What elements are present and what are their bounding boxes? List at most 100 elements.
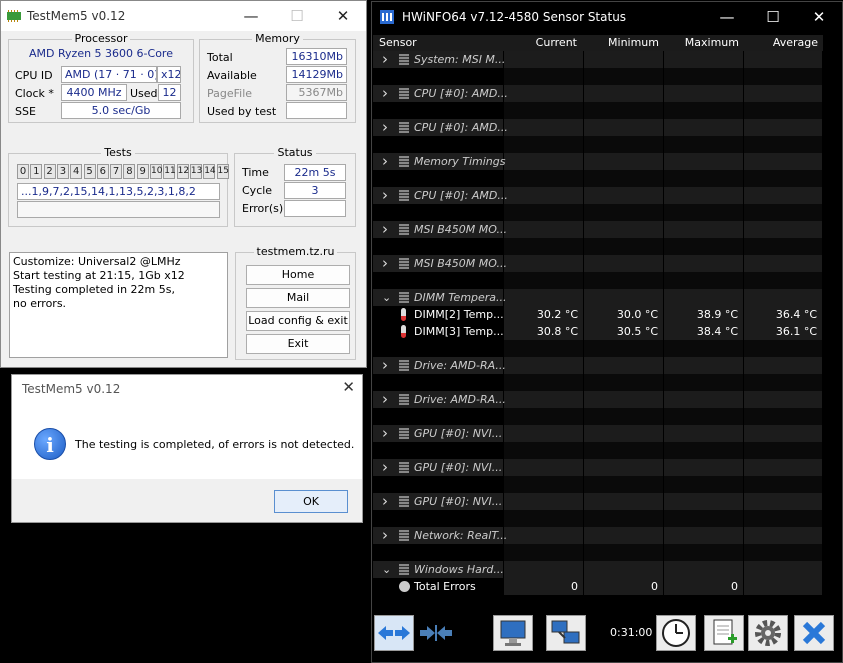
spacer-row — [373, 476, 823, 493]
minimum-cell — [584, 357, 663, 374]
cpu-threads: x12 — [157, 66, 181, 83]
average-cell — [744, 170, 822, 187]
errors-value — [284, 200, 346, 217]
column-header-sensor[interactable]: Sensor — [379, 35, 417, 51]
sensor-table[interactable]: › System: MSI M... › CPU [#0]: AMD... › CPU [… — [373, 51, 823, 605]
collapse-all-button[interactable] — [416, 615, 456, 651]
minimize-button[interactable]: — — [228, 1, 274, 31]
sensor-group-row[interactable]: › MSI B450M MO... — [373, 255, 823, 272]
reading-row[interactable]: 30.2 °C 30.0 °C 38.9 °C 36.4 °C DIMM[2] Temp… — [373, 306, 823, 323]
minimize-button[interactable]: — — [704, 2, 750, 32]
sensor-group-row[interactable]: › GPU [#0]: NVI... — [373, 425, 823, 442]
close-button[interactable]: ✕ — [320, 1, 366, 31]
close-button[interactable]: ✕ — [796, 2, 842, 32]
vertical-scrollbar[interactable] — [825, 51, 841, 605]
column-header-minimum[interactable]: Minimum — [584, 35, 664, 51]
reading-row[interactable]: 30.8 °C 30.5 °C 38.4 °C 36.1 °C DIMM[3] Temp… — [373, 323, 823, 340]
current-cell — [504, 272, 583, 289]
chevron-right-icon[interactable]: › — [382, 493, 388, 510]
tests-group: Tests 0 1 2 3 4 5 6 7 8 9 10 11 12 13 14 15 ...1,9,7,2,… — [8, 146, 229, 227]
sensor-group-row[interactable]: › CPU [#0]: AMD... — [373, 119, 823, 136]
network-button[interactable] — [546, 615, 586, 651]
chevron-right-icon[interactable]: › — [382, 255, 388, 272]
ok-button[interactable]: OK — [274, 490, 348, 513]
average-cell — [744, 119, 822, 136]
minimum-cell — [584, 561, 663, 578]
load-config-button[interactable]: Load config & exit — [246, 311, 350, 331]
minimum-cell — [584, 170, 663, 187]
sensor-group-row[interactable]: › Memory Timings — [373, 153, 823, 170]
sensor-group-row[interactable]: › CPU [#0]: AMD... — [373, 187, 823, 204]
sensor-group-row[interactable]: › MSI B450M MO... — [373, 221, 823, 238]
clock-button[interactable] — [656, 615, 696, 651]
chevron-right-icon[interactable]: › — [382, 425, 388, 442]
chevron-right-icon[interactable]: › — [382, 221, 388, 238]
current-cell — [504, 391, 583, 408]
processor-group: Processor AMD Ryzen 5 3600 6-Core CPU ID… — [8, 32, 194, 123]
sensor-group-row[interactable]: › GPU [#0]: NVI... — [373, 493, 823, 510]
chevron-down-icon[interactable]: ⌄ — [382, 561, 391, 578]
chevron-down-icon[interactable]: ⌄ — [382, 289, 391, 306]
sensor-chip-icon — [399, 428, 409, 439]
chevron-right-icon[interactable]: › — [382, 459, 388, 476]
spacer-row — [373, 442, 823, 459]
reading-row[interactable]: 0 0 0 Total Errors — [373, 578, 823, 595]
chevron-right-icon[interactable]: › — [382, 527, 388, 544]
chevron-right-icon[interactable]: › — [382, 187, 388, 204]
logging-button[interactable] — [704, 615, 744, 651]
column-header-average[interactable]: Average — [744, 35, 823, 51]
test-log[interactable]: Customize: Universal2 @LMHz Start testin… — [9, 252, 228, 358]
elapsed-time: 0:31:00 — [610, 626, 653, 639]
dialog-message: The testing is completed, of errors is n… — [75, 438, 355, 451]
spacer-row — [373, 68, 823, 85]
sensor-group-row[interactable]: ⌄ Windows Hard... — [373, 561, 823, 578]
monitor-button[interactable] — [493, 615, 533, 651]
settings-button[interactable] — [748, 615, 788, 651]
average-cell — [744, 255, 822, 272]
sensor-name: System: MSI M... — [414, 53, 506, 66]
sensor-name: CPU [#0]: AMD... — [414, 87, 508, 100]
mail-button[interactable]: Mail — [246, 288, 350, 308]
sensor-name: Drive: AMD-RA... — [414, 393, 506, 406]
chevron-right-icon[interactable]: › — [382, 51, 388, 68]
chevron-right-icon[interactable]: › — [382, 391, 388, 408]
sensor-group-row[interactable]: › Drive: AMD-RA... — [373, 391, 823, 408]
chevron-right-icon[interactable]: › — [382, 153, 388, 170]
exit-button[interactable]: Exit — [246, 334, 350, 354]
reading-name: DIMM[2] Temp... — [414, 308, 504, 321]
sensor-group-row[interactable]: › GPU [#0]: NVI... — [373, 459, 823, 476]
average-cell: 36.4 °C — [744, 306, 822, 323]
minimum-cell — [584, 391, 663, 408]
sensor-chip-icon — [399, 190, 409, 201]
maximize-button[interactable]: ☐ — [750, 2, 796, 32]
chevron-right-icon[interactable]: › — [382, 85, 388, 102]
reading-name: Total Errors — [414, 580, 476, 593]
sensor-name: Windows Hard... — [414, 563, 504, 576]
processor-group-title: Processor — [71, 32, 131, 45]
sensor-group-row[interactable]: › CPU [#0]: AMD... — [373, 85, 823, 102]
home-button[interactable]: Home — [246, 265, 350, 285]
maximum-cell — [664, 374, 743, 391]
current-cell — [504, 527, 583, 544]
chevron-right-icon[interactable]: › — [382, 357, 388, 374]
sensor-chip-icon — [399, 54, 409, 65]
average-cell — [744, 51, 822, 68]
sensor-name-cell — [373, 442, 503, 459]
sensor-chip-icon — [399, 394, 409, 405]
expand-all-button[interactable] — [374, 615, 414, 651]
test-number-box: 5 — [83, 164, 96, 179]
column-header-current[interactable]: Current — [504, 35, 584, 51]
dialog-close-button[interactable]: ✕ — [342, 378, 355, 396]
maximum-cell — [664, 408, 743, 425]
current-cell — [504, 136, 583, 153]
sensor-group-row[interactable]: › System: MSI M... — [373, 51, 823, 68]
minimum-cell — [584, 102, 663, 119]
sensor-group-row[interactable]: › Drive: AMD-RA... — [373, 357, 823, 374]
average-cell — [744, 357, 822, 374]
test-number-box: 12 — [176, 164, 189, 179]
sensor-group-row[interactable]: ⌄ DIMM Tempera... — [373, 289, 823, 306]
column-header-maximum[interactable]: Maximum — [664, 35, 744, 51]
sensor-group-row[interactable]: › Network: RealT... — [373, 527, 823, 544]
chevron-right-icon[interactable]: › — [382, 119, 388, 136]
close-sensors-button[interactable] — [794, 615, 834, 651]
